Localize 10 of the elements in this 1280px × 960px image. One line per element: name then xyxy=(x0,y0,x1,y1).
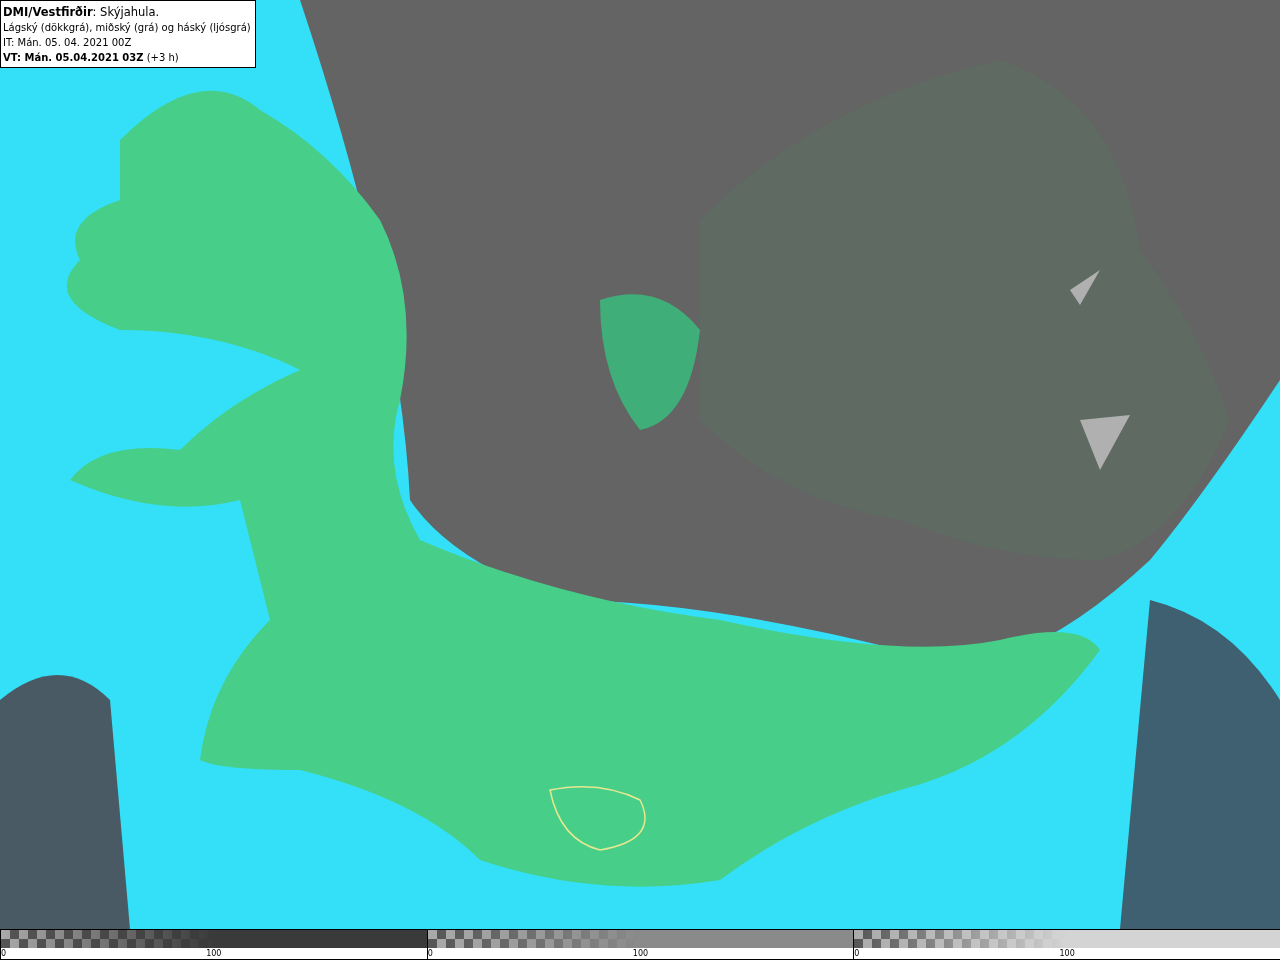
legend-text: VT: Mán. 05.04.2021 03Z (+3 h) xyxy=(3,51,180,65)
legend-text: Lágský (dökkgrá), miðský (grá) og háský (ljósgrá) xyxy=(3,21,251,35)
scale-label: 0 xyxy=(854,948,861,959)
scale-label: 100 xyxy=(1059,948,1075,959)
scale-label: 100 xyxy=(206,948,222,959)
scale-label: 0 xyxy=(1,948,8,959)
legend-text: IT: Mán. 05. 04. 2021 00Z xyxy=(3,36,133,50)
scale-label: 0 xyxy=(427,948,434,959)
scale-label: 100 xyxy=(632,948,649,959)
legend-text: DMI/Vestfirðir: Skýjahula. xyxy=(3,5,161,20)
